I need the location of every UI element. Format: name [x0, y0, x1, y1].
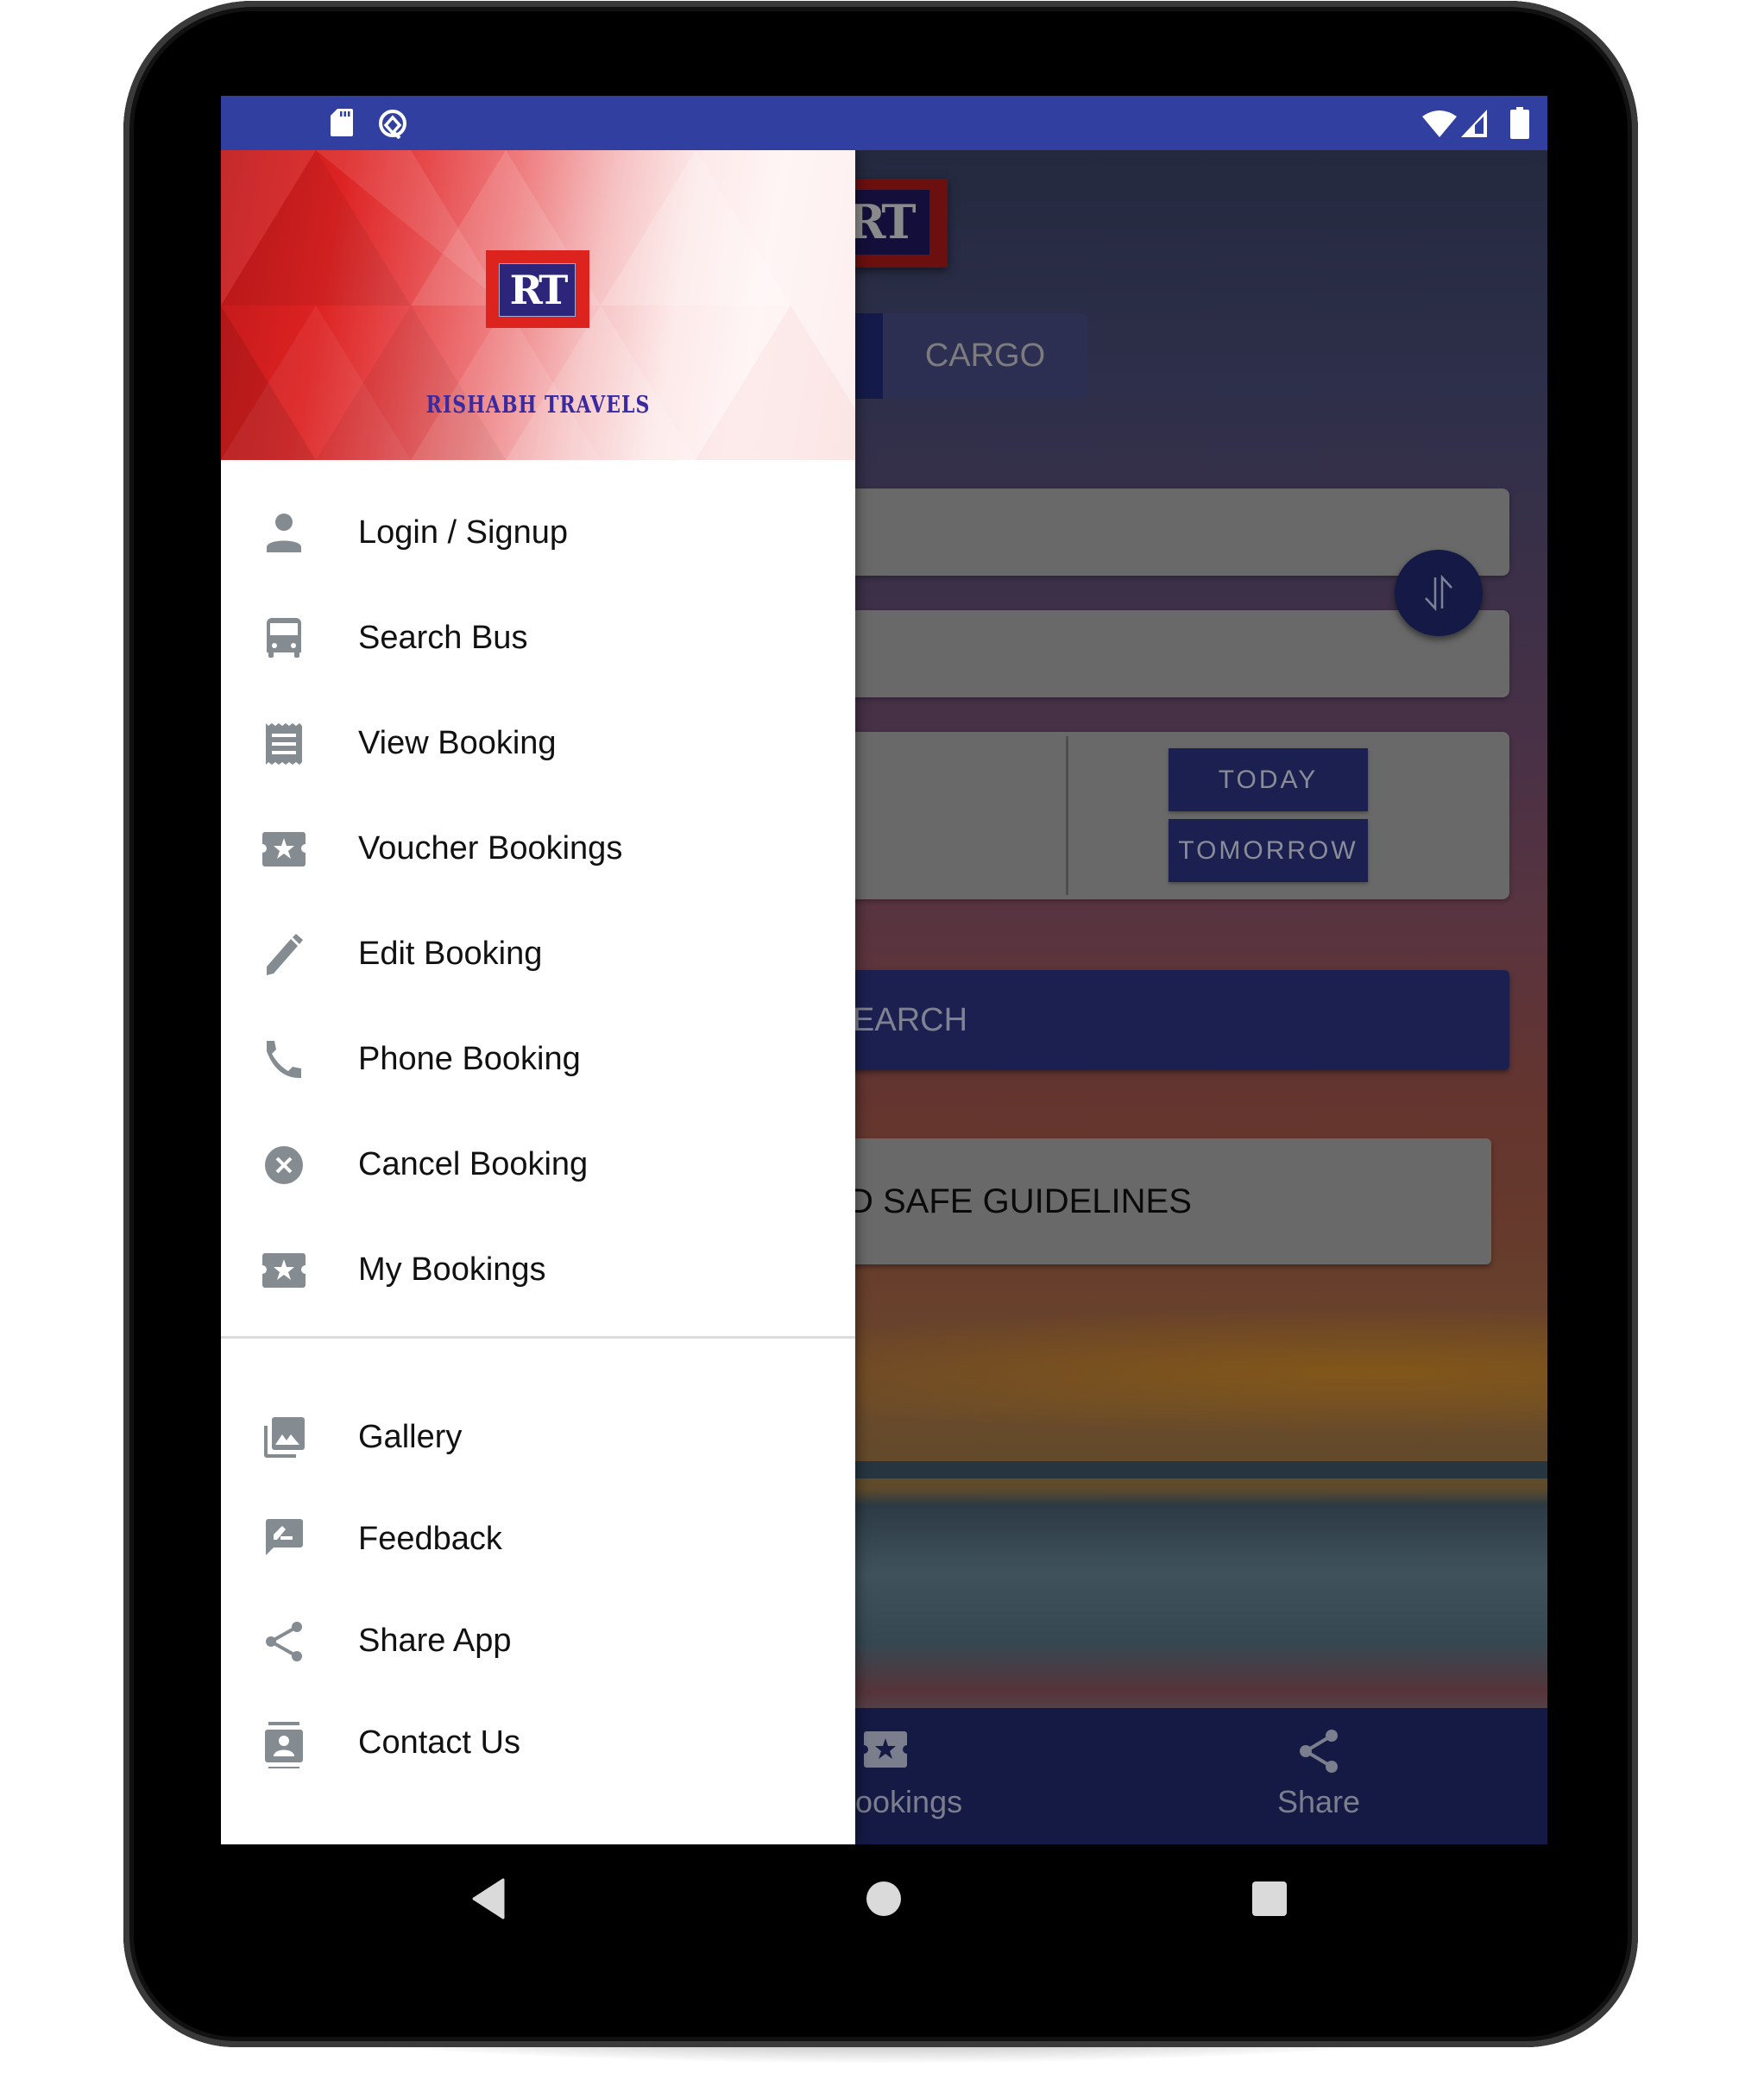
drawer-item-share-app[interactable]: Share App: [221, 1598, 855, 1684]
share-icon: [1300, 1730, 1338, 1773]
contact-icon: [265, 1722, 303, 1768]
phone-icon: [267, 1041, 301, 1079]
journey-date-card[interactable]: TODAY TOMORROW: [816, 732, 1509, 899]
today-button[interactable]: TODAY: [1169, 748, 1368, 811]
search-button[interactable]: EARCH: [816, 970, 1509, 1070]
feedback-icon: [266, 1519, 303, 1555]
device-screen: RT CARGO TODAY TOMORROW EARCH D SAFE GUI…: [221, 96, 1547, 1844]
drawer-item-label: Gallery: [358, 1419, 463, 1455]
sd-card-icon: [331, 109, 353, 136]
tab-cargo[interactable]: CARGO: [883, 313, 1087, 399]
home-icon[interactable]: [866, 1881, 901, 1916]
brand-logo: RT: [486, 250, 589, 328]
status-bar: [221, 96, 1547, 150]
bus-icon: [267, 618, 301, 658]
drawer-item-edit-booking[interactable]: Edit Booking: [221, 911, 855, 997]
drawer-item-contact-us[interactable]: Contact Us: [221, 1699, 855, 1786]
drawer-item-label: View Booking: [358, 725, 557, 761]
drawer-header: RT RISHABH TRAVELS: [221, 150, 855, 460]
cancel-circle-icon: [265, 1146, 303, 1184]
recents-icon[interactable]: [1252, 1881, 1287, 1916]
wifi-icon: [1422, 110, 1457, 137]
drawer-item-phone-booking[interactable]: Phone Booking: [221, 1016, 855, 1102]
drawer-item-label: Contact Us: [358, 1724, 520, 1761]
drawer-item-login-signup[interactable]: Login / Signup: [221, 489, 855, 576]
drawer-item-gallery[interactable]: Gallery: [221, 1394, 855, 1480]
brand-name: RISHABH TRAVELS: [425, 390, 651, 419]
guidelines-label: D SAFE GUIDELINES: [848, 1182, 1192, 1220]
navigation-drawer: RT RISHABH TRAVELS Login / Signup Search…: [221, 150, 855, 1844]
drawer-item-label: Share App: [358, 1623, 512, 1659]
search-button-label: EARCH: [853, 1002, 968, 1038]
drawer-item-cancel-booking[interactable]: Cancel Booking: [221, 1121, 855, 1207]
receipt-icon: [266, 723, 302, 765]
drawer-item-label: Voucher Bookings: [358, 830, 623, 867]
drawer-item-label: Feedback: [358, 1521, 502, 1557]
bottom-nav-bookings[interactable]: ookings: [855, 1708, 1028, 1844]
date-divider: [1066, 736, 1068, 895]
back-icon[interactable]: [470, 1878, 505, 1919]
drawer-item-voucher-bookings[interactable]: Voucher Bookings: [221, 805, 855, 892]
tomorrow-button[interactable]: TOMORROW: [1169, 819, 1368, 882]
ticket-star-icon: [262, 1253, 306, 1288]
drawer-item-label: My Bookings: [358, 1251, 546, 1288]
swap-cities-button[interactable]: [1395, 550, 1483, 636]
ticket-star-icon: [864, 1731, 907, 1768]
from-city-field[interactable]: [816, 488, 1509, 576]
bottom-nav-bookings-label: ookings: [855, 1784, 963, 1819]
to-city-field[interactable]: [816, 610, 1509, 697]
safety-guidelines-card[interactable]: D SAFE GUIDELINES: [816, 1138, 1491, 1264]
drawer-item-label: Phone Booking: [358, 1041, 581, 1077]
bottom-nav-share[interactable]: Share: [1232, 1708, 1405, 1844]
person-icon: [267, 514, 301, 552]
drawer-item-search-bus[interactable]: Search Bus: [221, 595, 855, 681]
q-notification-icon: [379, 110, 406, 139]
drawer-item-view-booking[interactable]: View Booking: [221, 700, 855, 786]
drawer-item-label: Search Bus: [358, 620, 528, 656]
swap-vertical-icon: [1425, 574, 1452, 612]
bottom-nav-share-label: Share: [1276, 1784, 1361, 1819]
battery-icon: [1510, 107, 1529, 139]
drawer-item-my-bookings[interactable]: My Bookings: [221, 1226, 855, 1313]
drawer-item-label: Cancel Booking: [358, 1146, 589, 1182]
cell-signal-icon: [1461, 110, 1487, 137]
drawer-item-label: Edit Booking: [358, 936, 543, 972]
ticket-star-icon: [262, 832, 306, 867]
gallery-icon: [264, 1417, 305, 1458]
drawer-item-label: Login / Signup: [358, 514, 568, 551]
drawer-item-feedback[interactable]: Feedback: [221, 1496, 855, 1582]
brand-logo-text: RT: [499, 263, 576, 317]
drawer-divider: [221, 1336, 855, 1339]
share-icon: [266, 1622, 302, 1661]
pencil-icon: [267, 934, 303, 975]
